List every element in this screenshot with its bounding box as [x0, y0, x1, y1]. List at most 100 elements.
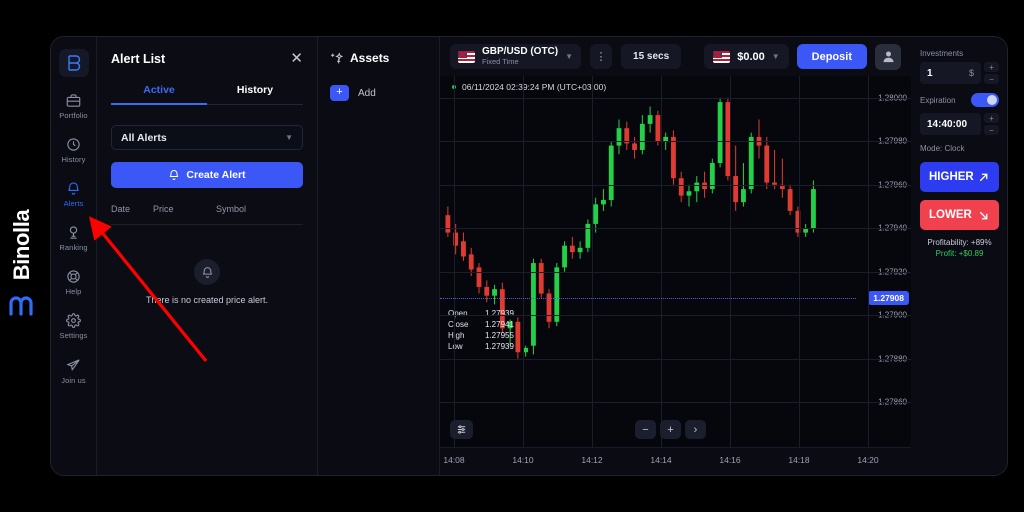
price-axis: 1.28000 1.27980 1.27960 1.27940 1.27920 1.279…: [856, 76, 911, 447]
sidebar-item-ranking[interactable]: Ranking: [51, 225, 96, 252]
grid-line-horizontal: [440, 271, 911, 273]
avatar[interactable]: [875, 43, 901, 70]
left-sidebar: Portfolio History Alerts Ranking Help Se…: [51, 37, 97, 475]
candle-body: [608, 145, 614, 200]
add-asset-button[interactable]: + Add: [330, 85, 427, 101]
add-asset-label: Add: [358, 87, 376, 99]
candle-body: [515, 321, 521, 353]
gear-icon: [66, 313, 81, 328]
tab-active[interactable]: Active: [111, 84, 207, 105]
price-chart[interactable]: 06/11/2024 02:39:24 PM (UTC+03:00) 1.280…: [440, 76, 911, 447]
ohlc-key: Low: [448, 342, 463, 352]
empty-state: There is no created price alert.: [111, 259, 303, 305]
grid-line-horizontal: [440, 184, 911, 186]
bell-plus-icon: [170, 170, 179, 180]
ohlc-value: 1.27941: [485, 320, 514, 330]
zoom-in-button[interactable]: +: [660, 420, 681, 439]
arrow-down-right-icon: [979, 211, 988, 219]
briefcase-icon: [66, 94, 81, 107]
sidebar-item-portfolio[interactable]: Portfolio: [51, 93, 96, 120]
candle-body: [748, 136, 754, 190]
trade-panel: Investments 1 $ + − Expiration 14:40:00 …: [911, 37, 1007, 475]
candle-body: [647, 115, 653, 124]
candle-body: [577, 247, 583, 253]
close-icon[interactable]: ✕: [290, 51, 303, 66]
grid-line-horizontal: [440, 97, 911, 99]
lifebuoy-icon: [67, 270, 80, 283]
chart-zoom-controls: − + ›: [635, 420, 706, 439]
sliders-icon: [457, 425, 466, 434]
mode-label: Mode: Clock: [920, 144, 965, 153]
candle-body: [492, 289, 497, 296]
col-date: Date: [111, 204, 131, 214]
timeframe-button[interactable]: 15 secs: [621, 44, 682, 69]
alert-filter-select[interactable]: All Alerts ▼: [111, 125, 303, 150]
sidebar-item-settings[interactable]: Settings: [51, 313, 96, 340]
higher-button[interactable]: HIGHER: [920, 162, 999, 192]
time-tick-label: 14:08: [443, 455, 465, 465]
sidebar-item-help[interactable]: Help: [51, 269, 96, 296]
candle-body: [678, 178, 684, 196]
expiration-increase-button[interactable]: +: [984, 113, 999, 123]
sparkle-icon: [331, 51, 343, 63]
sidebar-item-history[interactable]: History: [51, 137, 96, 164]
investment-row: 1 $ + −: [920, 62, 999, 84]
candle-body: [632, 143, 637, 150]
candle-body: [601, 199, 606, 205]
current-price-badge: 1.27908: [868, 290, 909, 305]
sidebar-item-alerts[interactable]: Alerts: [51, 181, 96, 208]
scroll-forward-button[interactable]: ›: [685, 420, 706, 439]
sidebar-label-alerts: Alerts: [63, 199, 84, 208]
candle-body: [616, 128, 622, 146]
app-logo-icon[interactable]: [58, 49, 89, 77]
deposit-button[interactable]: Deposit: [796, 44, 867, 69]
ohlc-key: Close: [448, 320, 469, 330]
create-alert-label: Create Alert: [186, 169, 246, 181]
brand-logo: Binolla: [0, 180, 50, 320]
chart-toolbar: GBP/USD (OTC) Fixed Time ▼ ⋮ 15 secs $0.…: [440, 37, 911, 76]
candle-body: [476, 267, 482, 287]
create-alert-button[interactable]: Create Alert: [111, 162, 303, 188]
time-tick-label: 14:10: [512, 455, 534, 465]
tab-history[interactable]: History: [207, 84, 303, 104]
expiration-decrease-button[interactable]: −: [984, 125, 999, 135]
assets-title: Assets: [350, 51, 390, 65]
zoom-out-button[interactable]: −: [635, 420, 656, 439]
user-icon: [883, 51, 893, 63]
grid-line-horizontal: [440, 141, 911, 143]
grid-line-horizontal: [440, 228, 911, 230]
candle-body: [562, 245, 567, 268]
expiration-toggle[interactable]: [971, 93, 999, 107]
symbol-selector[interactable]: GBP/USD (OTC) Fixed Time ▼: [450, 44, 582, 69]
candle-body: [445, 215, 451, 233]
grid-line-horizontal: [440, 358, 911, 360]
investment-input[interactable]: 1 $: [920, 62, 981, 84]
balance-selector[interactable]: $0.00 ▼: [704, 44, 789, 69]
time-tick-label: 14:14: [650, 455, 672, 465]
grid-line-vertical: [592, 76, 593, 447]
time-axis: 14:08 14:10 14:12 14:14 14:16 14:18 14:20: [440, 447, 911, 475]
expiration-input-row: 14:40:00 + −: [920, 113, 999, 135]
sidebar-item-join-us[interactable]: Join us: [51, 358, 96, 385]
investment-decrease-button[interactable]: −: [984, 74, 999, 84]
sidebar-label-settings: Settings: [59, 331, 88, 340]
col-price: Price: [153, 204, 174, 214]
ohlc-row: Low 1.27939: [448, 342, 514, 351]
candle-body: [671, 136, 676, 179]
lower-button[interactable]: LOWER: [920, 200, 999, 230]
ohlc-value: 1.27939: [485, 342, 514, 352]
chart-menu-button[interactable]: ⋮: [590, 44, 613, 69]
expiration-input[interactable]: 14:40:00: [920, 113, 981, 135]
investment-stepper: + −: [984, 62, 999, 84]
trophy-icon: [69, 226, 78, 239]
brand-mark-icon: [9, 294, 35, 321]
investments-label: Investments: [920, 49, 964, 58]
candlestick-series: [445, 97, 816, 359]
empty-state-text: There is no created price alert.: [145, 295, 269, 305]
candle-body: [484, 286, 490, 296]
investment-increase-button[interactable]: +: [984, 62, 999, 72]
chevron-down-icon: ▼: [565, 52, 574, 61]
candle-body: [717, 102, 723, 163]
time-tick-label: 14:18: [788, 455, 810, 465]
ohlc-row: High 1.27955: [448, 331, 514, 340]
